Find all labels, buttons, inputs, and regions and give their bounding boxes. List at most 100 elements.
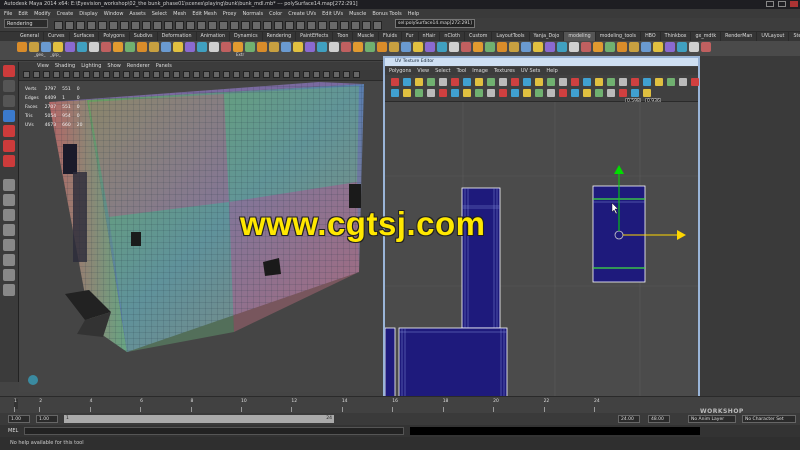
shelf-tab[interactable]: Subdivs [130, 32, 158, 41]
status-line-icon[interactable] [285, 21, 294, 30]
shelf-tool-icon[interactable] [461, 42, 471, 52]
shelf-tab[interactable]: Polygons [99, 32, 130, 41]
uv-menu-item[interactable]: View [417, 68, 429, 74]
status-line-icon[interactable] [362, 21, 371, 30]
status-line-icon[interactable] [329, 21, 338, 30]
shelf-tool-icon[interactable] [629, 42, 639, 52]
menu-item[interactable]: Create UVs [288, 11, 316, 17]
menu-set-dropdown[interactable]: Rendering [4, 19, 48, 28]
uv-tool-icon[interactable] [643, 89, 651, 97]
scale-tool-icon[interactable] [3, 140, 15, 152]
menu-item[interactable]: Edit UVs [322, 11, 343, 17]
shelf-tab[interactable]: Yanja_Dojo [530, 32, 565, 41]
shelf-tool-icon[interactable] [341, 42, 351, 52]
menu-item[interactable]: Display [79, 11, 97, 17]
status-line-icon[interactable] [274, 21, 283, 30]
shelf-tool-icon[interactable] [509, 42, 519, 52]
uv-tool-icon[interactable] [403, 78, 411, 86]
shelf-tool-icon[interactable] [17, 42, 27, 52]
status-line-icon[interactable] [252, 21, 261, 30]
shelf-tool-icon[interactable] [377, 42, 387, 52]
shelf-tool-icon[interactable] [389, 42, 399, 52]
layout-graph-icon[interactable] [3, 254, 15, 266]
current-time-field[interactable]: 1.00 [8, 415, 30, 423]
paint-select-icon[interactable] [3, 95, 15, 107]
shelf-tool-icon[interactable] [245, 42, 255, 52]
uv-tool-icon[interactable] [451, 89, 459, 97]
uv-tool-icon[interactable] [595, 78, 603, 86]
uv-grid-canvas[interactable] [385, 102, 698, 411]
shelf-tab[interactable]: Fluids [379, 32, 402, 41]
uv-tool-icon[interactable] [463, 89, 471, 97]
uv-tool-icon[interactable] [451, 78, 459, 86]
menu-item[interactable]: Select [152, 11, 167, 17]
shelf-tool-icon[interactable] [293, 42, 303, 52]
uv-tool-icon[interactable] [487, 78, 495, 86]
status-line-icon[interactable] [351, 21, 360, 30]
uv-tool-icon[interactable] [607, 89, 615, 97]
shelf-tab[interactable]: Step_On_PREE [789, 32, 800, 41]
shelf-tool-icon[interactable] [197, 42, 207, 52]
status-line-icon[interactable] [54, 21, 63, 30]
uv-tool-icon[interactable] [679, 78, 687, 86]
status-line-icon[interactable] [142, 21, 151, 30]
shelf-tab[interactable]: Thinkbox [661, 32, 692, 41]
mel-input[interactable] [24, 427, 404, 435]
status-line-icon[interactable] [208, 21, 217, 30]
rotate-tool-icon[interactable] [3, 125, 15, 137]
uv-tool-icon[interactable] [511, 89, 519, 97]
shelf-tool-icon[interactable] [569, 42, 579, 52]
shelf-tool-icon[interactable] [413, 42, 423, 52]
menu-item[interactable]: Edit [18, 11, 28, 17]
shelf-tool-icon[interactable] [329, 42, 339, 52]
uv-menu-item[interactable]: Select [435, 68, 450, 74]
uv-menu-item[interactable]: Textures [494, 68, 515, 74]
playback-end-field[interactable]: 48.00 [648, 415, 670, 423]
uv-tool-icon[interactable] [595, 89, 603, 97]
shelf-tab[interactable]: UVLayout [757, 32, 790, 41]
uv-tool-icon[interactable] [643, 78, 651, 86]
shelf-tool-icon[interactable] [269, 42, 279, 52]
menu-item[interactable]: Proxy [223, 11, 237, 17]
shelf-tool-icon[interactable] [65, 42, 75, 52]
shelf-tool-icon[interactable] [353, 42, 363, 52]
layout-custom-icon[interactable] [3, 269, 15, 281]
shelf-tab[interactable]: HBO [641, 32, 661, 41]
shelf-tool-icon[interactable] [317, 42, 327, 52]
status-line-icon[interactable] [296, 21, 305, 30]
uv-tool-icon[interactable] [619, 89, 627, 97]
uv-tool-icon[interactable] [571, 89, 579, 97]
shelf-tool-icon[interactable] [41, 42, 51, 52]
uv-tool-icon[interactable] [463, 78, 471, 86]
uv-tool-icon[interactable] [547, 89, 555, 97]
shelf-tool-icon[interactable] [593, 42, 603, 52]
uv-tool-icon[interactable] [523, 89, 531, 97]
menu-item[interactable]: Create [57, 11, 74, 17]
uv-tool-icon[interactable] [499, 78, 507, 86]
shelf-tab[interactable]: modeling_tools [596, 32, 642, 41]
shelf-tab[interactable]: Surfaces [70, 32, 100, 41]
shelf-tab[interactable]: Toon [333, 32, 354, 41]
shelf-tool-icon[interactable] [701, 42, 711, 52]
shelf-tool-icon[interactable] [221, 42, 231, 52]
uv-tool-icon[interactable] [547, 78, 555, 86]
uv-tool-icon[interactable] [439, 78, 447, 86]
shelf-tool-icon[interactable] [533, 42, 543, 52]
status-line-icon[interactable] [263, 21, 272, 30]
shelf-tool-icon[interactable] [233, 42, 243, 52]
character-set-dropdown[interactable]: No Character Set [742, 415, 796, 423]
shelf-tool-icon[interactable] [209, 42, 219, 52]
uv-tool-icon[interactable] [583, 89, 591, 97]
shelf-tool-icon[interactable] [257, 42, 267, 52]
range-slider[interactable]: 1 24 [64, 415, 334, 423]
shelf-tool-icon[interactable] [689, 42, 699, 52]
status-line-icon[interactable] [76, 21, 85, 30]
status-line-icon[interactable] [318, 21, 327, 30]
status-line-icon[interactable] [340, 21, 349, 30]
shelf-tool-icon[interactable] [617, 42, 627, 52]
shelf-tool-icon[interactable] [605, 42, 615, 52]
shelf-tool-icon[interactable] [281, 42, 291, 52]
status-line-icon[interactable] [307, 21, 316, 30]
status-line-icon[interactable] [230, 21, 239, 30]
uv-tool-icon[interactable] [619, 78, 627, 86]
